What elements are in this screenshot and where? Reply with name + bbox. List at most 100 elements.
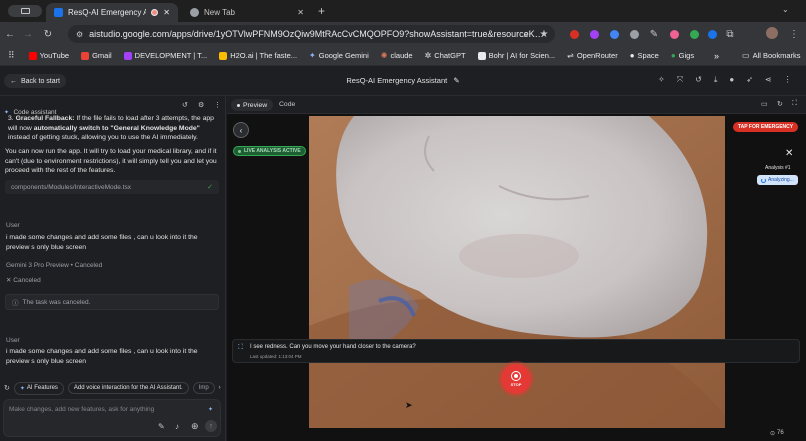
bohr-icon [477,51,486,60]
bookmark-bohr[interactable]: Bohr | AI for Scien... [472,51,562,60]
zoom-indicator: ⊙ 76 [770,430,784,437]
bookmark-label: DEVELOPMENT | T... [134,51,208,60]
tab-search-button[interactable] [8,5,42,17]
brush-icon[interactable]: ✎ [158,422,165,431]
bookmark-gemini[interactable]: ✦ Google Gemini [303,51,375,60]
live-analysis-badge: LIVE ANALYSIS ACTIVE [233,146,306,156]
stop-button[interactable]: STOP [501,364,531,394]
bookmark-star-icon[interactable]: ★ [538,28,550,40]
extension-green-icon[interactable] [688,28,700,40]
bookmark-development[interactable]: DEVELOPMENT | T... [118,51,214,60]
claude-icon: ✺ [380,51,388,60]
fallback-bold-mid: automatically switch to "General Knowled… [33,124,200,132]
model-name: Gemini 3 Pro Preview [6,262,69,269]
fullscreen-icon[interactable]: ⛶ [792,100,797,108]
github-icon[interactable]: ● [729,75,734,85]
tab-code[interactable]: Code [279,101,295,108]
extension-red-icon[interactable] [568,28,580,40]
pen-icon[interactable]: ✎ [648,28,660,40]
spinner-icon [761,177,766,183]
bookmark-label: H2O.ai | The faste... [230,51,298,60]
assistant-tune-icon[interactable]: ⋮ [214,101,221,109]
address-bar[interactable]: ⚙ aistudio.google.com/apps/drive/1yOTVlw… [68,25,555,43]
gmail-icon [81,51,90,60]
user-message: i made some changes and add some files ,… [6,234,198,251]
bookmark-gmail[interactable]: Gmail [75,51,118,60]
chip-voice[interactable]: Add voice interaction for the AI Assista… [67,382,189,394]
all-bookmarks[interactable]: ▭ All Bookmarks [736,51,806,60]
bookmark-label: Bohr | AI for Scien... [488,51,556,60]
sparkle-settings-icon[interactable]: ✧ [658,75,665,85]
chip-ai-features[interactable]: ✦ AI Features [13,381,64,395]
chip-imp[interactable]: Imp [192,382,215,394]
profile-avatar-icon[interactable] [766,27,778,39]
send-sparkle-icon[interactable]: ✦ [208,406,213,413]
stop-record-icon [511,371,521,381]
assistant-settings-icon[interactable]: ⚙ [198,101,204,109]
browser-tab-strip: ResQ-AI Emergency Assis ✕ New Tab ✕ + ⌄ [0,0,806,22]
site-info-icon[interactable]: ⚙ [76,30,83,39]
extension-blue2-icon[interactable] [706,28,718,40]
extension-blue-icon[interactable] [608,28,620,40]
bookmark-label: claude [390,51,413,60]
device-icon[interactable]: ▭ [761,100,768,108]
close-overlay-icon[interactable]: ✕ [785,148,793,159]
analysis-label: Analysis #1 [765,165,791,171]
history-icon[interactable]: ↺ [695,75,702,85]
extension-grey-icon[interactable] [628,28,640,40]
refresh-icon[interactable]: ↻ [4,384,10,392]
scan-frame-icon: ⛶ [238,344,243,351]
forward-arrow-icon[interactable]: → [22,28,34,40]
user-label-2: User [6,337,20,344]
reload-icon[interactable]: ↻ [42,28,54,40]
apps-grid-icon[interactable]: ⠿ [6,50,23,61]
close-tab-icon[interactable]: ✕ [297,8,304,17]
browser-menu-icon[interactable]: ⋮ [788,28,800,40]
preview-panel: Preview Code ▭ ↻ ⛶ ‹ LIVE ANALYSIS ACTIV… [227,96,806,441]
tab-preview[interactable]: Preview [231,99,274,111]
share-icon[interactable]: ⋖ [765,75,772,85]
send-arrow-icon[interactable]: ↑ [205,420,217,432]
bookmark-space[interactable]: ● Space [624,51,665,60]
task-canceled-box: ⓘ The task was canceled. [5,294,219,310]
extensions-puzzle-icon[interactable]: ⧉ [724,28,736,40]
deploy-rocket-icon[interactable]: ➶ [746,75,753,85]
extension-purple-icon[interactable] [588,28,600,40]
tab-title: ResQ-AI Emergency Assis [68,8,147,17]
model-status: Canceled [74,262,103,269]
assistant-history-icon[interactable]: ↺ [182,101,188,109]
zoom-search-icon[interactable]: ⌕ [520,28,532,40]
add-icon[interactable]: ⊕ [191,421,199,432]
tab-resq[interactable]: ResQ-AI Emergency Assis ✕ [46,3,178,22]
more-icon[interactable]: ⋮ [784,75,792,85]
tab-list-chevron-icon[interactable]: ⌄ [782,5,789,14]
bookmark-chatgpt[interactable]: ✲ ChatGPT [419,51,472,60]
tab-new-tab[interactable]: New Tab ✕ [182,3,312,22]
edit-pencil-icon[interactable]: ✎ [453,76,459,85]
refresh-preview-icon[interactable]: ↻ [777,100,783,108]
bookmark-label: Gigs [678,51,695,60]
back-circle-button[interactable]: ‹ [233,122,249,138]
caption-text: I see redness. Can you move your hand cl… [250,344,416,350]
new-tab-plus-icon[interactable]: + [318,4,325,18]
bookmark-h2o[interactable]: H2O.ai | The faste... [213,51,303,60]
bookmark-claude[interactable]: ✺ claude [375,51,419,60]
tap-for-emergency-button[interactable]: TAP FOR EMERGENCY [733,122,799,132]
dot-icon [237,103,240,107]
url-text: aistudio.google.com/apps/drive/1yOTVlwPF… [89,29,547,39]
share-arrows-icon[interactable]: ⤧ [677,75,683,85]
back-arrow-icon[interactable]: ← [4,28,16,40]
chevron-right-icon[interactable]: › [219,385,221,391]
extension-pink-icon[interactable] [668,28,680,40]
close-tab-icon[interactable]: ✕ [163,8,170,17]
bookmark-openrouter[interactable]: ⇌ OpenRouter [561,51,624,60]
bookmark-gigs[interactable]: ● Gigs [665,51,700,60]
bookmarks-bar: ⠿ YouTube Gmail DEVELOPMENT | T... H2O.a… [0,46,806,66]
mic-icon[interactable]: ♪ [175,422,179,431]
info-icon: ⓘ [12,300,19,307]
file-reference[interactable]: components/Modules/InteractiveMode.tsx ✓ [5,180,219,194]
bookmarks-overflow-icon[interactable]: » [714,51,719,61]
prompt-input-box[interactable]: Make changes, add new features, ask for … [3,399,221,437]
download-icon[interactable]: ⤓ [714,75,718,85]
bookmark-youtube[interactable]: YouTube [23,51,75,60]
